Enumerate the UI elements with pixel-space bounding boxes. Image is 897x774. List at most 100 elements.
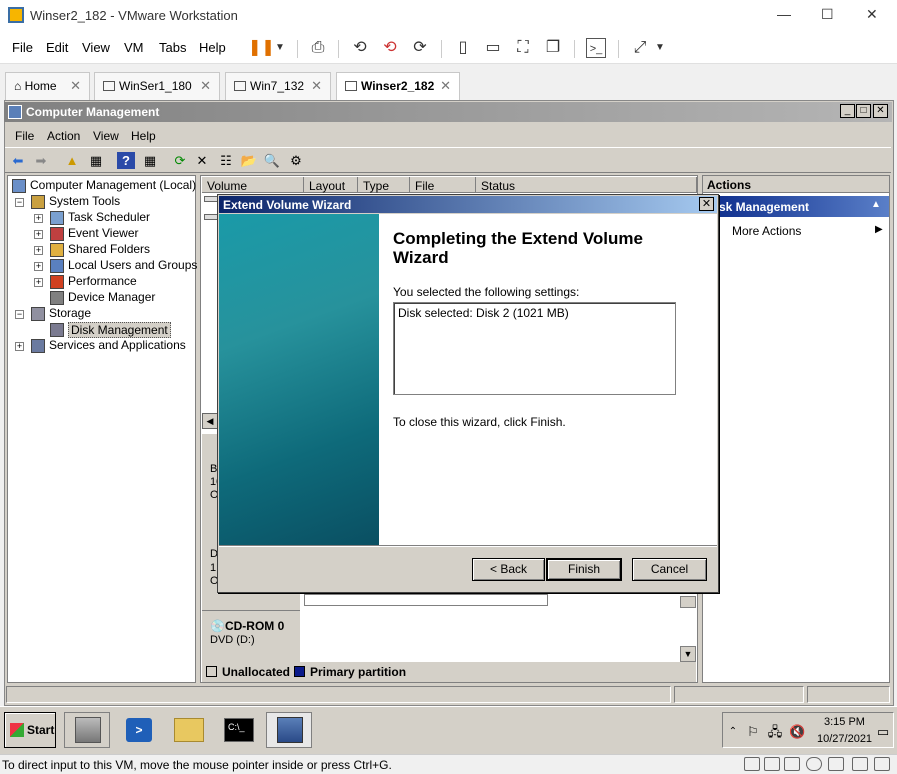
revert-snapshot-icon[interactable]: ⟲ <box>380 38 400 58</box>
up-folder-icon[interactable]: ▲ <box>63 152 81 169</box>
message-icon[interactable] <box>874 757 890 771</box>
properties-icon[interactable]: ☷ <box>217 152 235 169</box>
refresh-icon[interactable]: ⟳ <box>171 152 189 169</box>
tree-expander[interactable]: + <box>34 214 43 223</box>
volume-muted-icon[interactable]: 🔇 <box>789 725 805 739</box>
tree-expander[interactable]: − <box>15 310 24 319</box>
back-button[interactable]: < Back <box>472 558 545 581</box>
tree-expander[interactable]: + <box>34 278 43 287</box>
show-hide-action-icon[interactable]: ▦ <box>141 152 159 169</box>
start-button[interactable]: Start <box>4 712 56 748</box>
menu-edit[interactable]: Edit <box>46 40 68 55</box>
snapshot-icon[interactable]: ⟲ <box>350 38 370 58</box>
clock-time[interactable]: 3:15 PM <box>824 716 865 728</box>
forward-arrow-icon[interactable]: ➡ <box>32 152 50 169</box>
network-icon[interactable]: 🖧 <box>767 725 783 739</box>
console-icon[interactable]: >_ <box>586 38 606 58</box>
maximize-button[interactable]: ☐ <box>821 6 834 23</box>
snapshot-manager-icon[interactable]: ⟳ <box>410 38 430 58</box>
tree-item-services-and-applications[interactable]: Services and Applications <box>49 338 186 352</box>
minimize-button[interactable]: — <box>777 6 791 22</box>
network-adapter-icon[interactable] <box>828 757 844 771</box>
cm-menu-action[interactable]: Action <box>47 129 80 143</box>
tree-item-device-manager[interactable]: Device Manager <box>68 290 155 304</box>
show-hide-tree-icon[interactable]: ▦ <box>87 152 105 169</box>
column-layout[interactable]: Layout <box>304 177 358 193</box>
tree-item-performance[interactable]: Performance <box>68 274 137 288</box>
collapse-icon[interactable]: ▲ <box>871 199 881 210</box>
tree-item-task-scheduler[interactable]: Task Scheduler <box>68 210 150 224</box>
cm-close-button[interactable]: ✕ <box>873 104 888 118</box>
tree-item-disk-management[interactable]: Disk Management <box>68 322 171 338</box>
tab-win7-132[interactable]: Win7_132 ✕ <box>225 72 331 100</box>
wizard-close-button[interactable]: ✕ <box>699 197 714 211</box>
close-icon[interactable]: ✕ <box>311 78 322 94</box>
tree-expander[interactable]: + <box>15 342 24 351</box>
tab-winser2-182[interactable]: Winser2_182 ✕ <box>336 72 460 102</box>
finish-button[interactable]: Finish <box>546 558 622 581</box>
tree-expander[interactable]: + <box>34 262 43 271</box>
close-button[interactable]: ✕ <box>866 6 878 23</box>
tree-expander[interactable]: + <box>34 246 43 255</box>
wizard-settings-box[interactable]: Disk selected: Disk 2 (1021 MB) <box>393 302 676 395</box>
more-actions-item[interactable]: More Actions <box>732 224 801 238</box>
delete-icon[interactable]: ✕ <box>193 152 211 169</box>
column-type[interactable]: Type <box>358 177 410 193</box>
show-hidden-icons-icon[interactable]: ⌃ <box>725 725 741 739</box>
cm-menu-help[interactable]: Help <box>131 129 156 143</box>
tree-item-event-viewer[interactable]: Event Viewer <box>68 226 138 240</box>
menu-help[interactable]: Help <box>199 40 226 55</box>
tree-item-shared-folders[interactable]: Shared Folders <box>68 242 150 256</box>
send-keys-icon[interactable]: ⎙ <box>308 38 328 58</box>
column-file-system[interactable]: File System <box>410 177 476 207</box>
fullscreen-icon[interactable]: ⛶ <box>513 38 533 58</box>
tree-expander[interactable]: + <box>34 230 43 239</box>
tab-home[interactable]: ⌂ Home ✕ <box>5 72 90 100</box>
search-icon[interactable]: 🔍 <box>263 152 281 169</box>
scroll-down-button[interactable]: ▼ <box>680 646 696 662</box>
actions-section-disk-management[interactable]: sk Management ▲ <box>703 196 889 217</box>
cm-menu-view[interactable]: View <box>93 129 119 143</box>
cm-menu-file[interactable]: File <box>15 129 34 143</box>
back-arrow-icon[interactable]: ⬅ <box>9 152 27 169</box>
column-volume[interactable]: Volume <box>202 177 304 193</box>
hdd-icon[interactable] <box>744 757 760 771</box>
tree-item-computer-management-local[interactable]: Computer Management (Local) <box>30 178 196 192</box>
open-folder-icon[interactable]: 📂 <box>240 152 258 169</box>
hdd-icon[interactable] <box>784 757 800 771</box>
pause-icon[interactable]: ❚❚ <box>248 38 275 58</box>
cancel-button[interactable]: Cancel <box>632 558 707 581</box>
close-icon[interactable]: ✕ <box>200 78 211 94</box>
cmd-taskbar-button[interactable]: C:\_ <box>216 712 262 748</box>
tree-item-system-tools[interactable]: System Tools <box>49 194 120 208</box>
show-desktop-icon[interactable]: ▭ <box>875 725 891 739</box>
display-icon[interactable] <box>852 757 868 771</box>
sidebar-toggle-icon[interactable]: ▯ <box>453 38 473 58</box>
stretch-icon[interactable]: ⤢ <box>630 38 650 58</box>
help-icon[interactable]: ? <box>117 152 135 169</box>
chevron-down-icon[interactable]: ▼ <box>270 38 290 58</box>
tab-winser1-180[interactable]: WinSer1_180 ✕ <box>94 72 220 100</box>
menu-file[interactable]: File <box>12 40 33 55</box>
cm-maximize-button[interactable]: □ <box>856 104 871 118</box>
cm-minimize-button[interactable]: _ <box>840 104 855 118</box>
powershell-taskbar-button[interactable]: > <box>116 712 162 748</box>
close-icon[interactable]: ✕ <box>440 78 451 94</box>
menu-view[interactable]: View <box>82 40 110 55</box>
tree-item-storage[interactable]: Storage <box>49 306 91 320</box>
computer-management-taskbar-button[interactable] <box>266 712 312 748</box>
chevron-down-icon[interactable]: ▼ <box>650 38 670 58</box>
clock-date[interactable]: 10/27/2021 <box>817 733 872 745</box>
scrollbar-thumb[interactable] <box>680 596 696 608</box>
column-status[interactable]: Status <box>476 177 697 193</box>
tree-expander[interactable]: − <box>15 198 24 207</box>
tree-item-local-users-and-groups[interactable]: Local Users and Groups <box>68 258 197 272</box>
hdd-icon[interactable] <box>764 757 780 771</box>
explorer-taskbar-button[interactable] <box>166 712 212 748</box>
menu-tabs[interactable]: Tabs <box>159 40 186 55</box>
thumbnail-icon[interactable]: ▭ <box>483 38 503 58</box>
settings-icon[interactable]: ⚙ <box>287 152 305 169</box>
server-manager-taskbar-button[interactable] <box>64 712 110 748</box>
close-icon[interactable]: ✕ <box>70 78 81 94</box>
scroll-left-button[interactable]: ◀ <box>202 413 218 429</box>
